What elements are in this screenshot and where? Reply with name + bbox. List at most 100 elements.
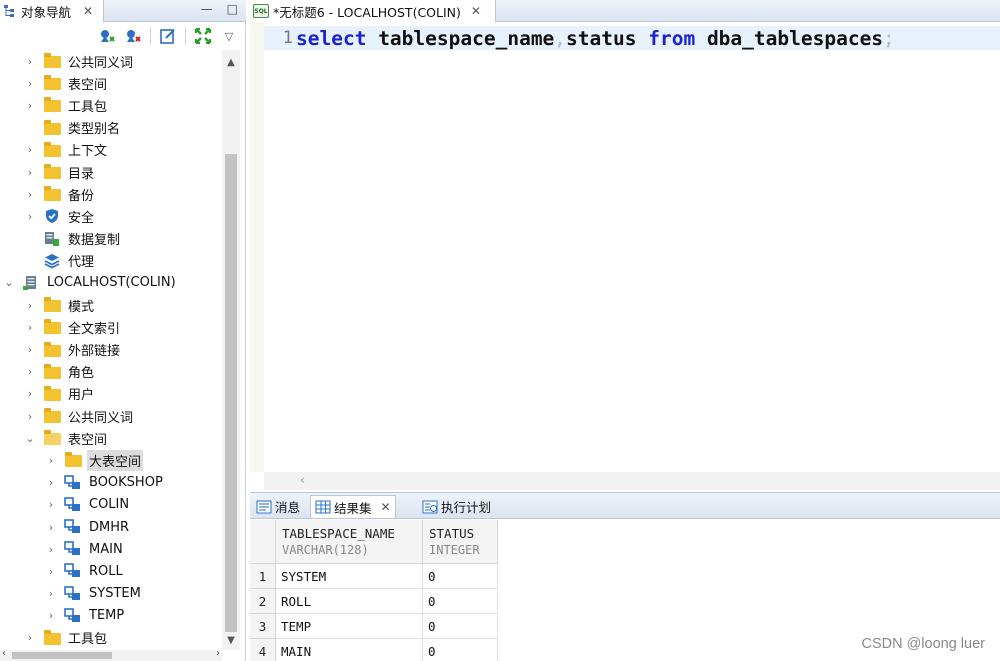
- disconnect-icon[interactable]: [124, 27, 142, 45]
- table-row[interactable]: 1 SYSTEM 0: [250, 564, 498, 589]
- view-menu-icon[interactable]: ▽: [220, 27, 238, 45]
- tree-node[interactable]: ⌄ 表空间: [0, 427, 222, 449]
- table-cell[interactable]: 0: [423, 564, 498, 589]
- chevron-right-icon[interactable]: ›: [25, 55, 35, 68]
- tree-node[interactable]: › SYSTEM: [0, 583, 222, 605]
- tree-node[interactable]: › 角色: [0, 361, 222, 383]
- tree-node[interactable]: › 外部链接: [0, 338, 222, 360]
- chevron-right-icon[interactable]: ›: [46, 454, 56, 467]
- editor-horizontal-scrollbar[interactable]: ‹: [264, 472, 1000, 490]
- scroll-down-icon[interactable]: ▼: [222, 632, 240, 648]
- tab-sql-editor[interactable]: SQL *无标题6 - LOCALHOST(COLIN) ✕: [250, 0, 496, 22]
- tree-node[interactable]: › COLIN: [0, 494, 222, 516]
- chevron-right-icon[interactable]: ›: [25, 365, 35, 378]
- row-number[interactable]: 1: [250, 564, 276, 589]
- table-cell[interactable]: 0: [423, 639, 498, 661]
- column-header[interactable]: TABLESPACE_NAME VARCHAR(128): [276, 520, 423, 564]
- chevron-right-icon[interactable]: ›: [25, 210, 35, 223]
- table-cell[interactable]: SYSTEM: [276, 564, 423, 589]
- table-cell[interactable]: TEMP: [276, 614, 423, 639]
- table-row[interactable]: 3 TEMP 0: [250, 614, 498, 639]
- chevron-right-icon[interactable]: ›: [25, 631, 35, 644]
- chevron-right-icon[interactable]: ›: [25, 299, 35, 312]
- chevron-right-icon[interactable]: ›: [25, 410, 35, 423]
- close-icon[interactable]: ✕: [381, 500, 391, 514]
- table-cell[interactable]: 0: [423, 614, 498, 639]
- tree-node[interactable]: › DMHR: [0, 516, 222, 538]
- minimize-icon[interactable]: —: [201, 2, 213, 16]
- new-connection-icon[interactable]: [98, 27, 116, 45]
- scrollbar-thumb[interactable]: [12, 652, 112, 659]
- grid-corner[interactable]: [250, 520, 276, 564]
- replication-icon: [43, 231, 61, 247]
- chevron-right-icon[interactable]: ›: [25, 143, 35, 156]
- tree-node[interactable]: 类型别名: [0, 117, 222, 139]
- table-cell[interactable]: 0: [423, 589, 498, 614]
- scroll-left-icon[interactable]: ‹: [300, 473, 305, 487]
- sql-statement[interactable]: select tablespace_name,status from dba_t…: [296, 27, 895, 50]
- chevron-right-icon[interactable]: ›: [46, 565, 56, 578]
- chevron-right-icon[interactable]: ›: [46, 476, 56, 489]
- tree-node[interactable]: › 工具包: [0, 94, 222, 116]
- maximize-icon[interactable]: □: [227, 2, 238, 16]
- tree-node[interactable]: ⌄ LOCALHOST(COLIN): [0, 272, 222, 294]
- tree-node[interactable]: › TEMP: [0, 605, 222, 627]
- close-icon[interactable]: ✕: [83, 4, 93, 18]
- scroll-up-icon[interactable]: ▲: [222, 54, 240, 70]
- tree-vertical-scrollbar[interactable]: ▲ ▼: [222, 50, 240, 650]
- scroll-left-icon[interactable]: ‹: [2, 648, 6, 659]
- chevron-right-icon[interactable]: ›: [25, 343, 35, 356]
- row-number[interactable]: 3: [250, 614, 276, 639]
- tree-node[interactable]: › BOOKSHOP: [0, 472, 222, 494]
- chevron-right-icon[interactable]: ›: [46, 609, 56, 622]
- tree-horizontal-scrollbar[interactable]: ‹ ›: [0, 648, 222, 661]
- chevron-right-icon[interactable]: ›: [46, 498, 56, 511]
- chevron-right-icon[interactable]: ›: [25, 387, 35, 400]
- chevron-right-icon[interactable]: ›: [25, 166, 35, 179]
- chevron-right-icon[interactable]: ›: [25, 99, 35, 112]
- chevron-down-icon[interactable]: ⌄: [25, 432, 35, 445]
- tab-message[interactable]: 消息: [252, 495, 304, 518]
- tree-node[interactable]: › 公共同义词: [0, 405, 222, 427]
- scrollbar-thumb[interactable]: [225, 154, 237, 632]
- tree-node[interactable]: › MAIN: [0, 538, 222, 560]
- code-line[interactable]: 1 select tablespace_name,status from dba…: [264, 26, 1000, 50]
- tree-node[interactable]: › 全文索引: [0, 316, 222, 338]
- chevron-right-icon[interactable]: ›: [25, 321, 35, 334]
- chevron-right-icon[interactable]: ›: [25, 188, 35, 201]
- table-cell[interactable]: MAIN: [276, 639, 423, 661]
- folder-icon: [43, 97, 61, 113]
- table-row[interactable]: 4 MAIN 0: [250, 639, 498, 661]
- table-cell[interactable]: ROLL: [276, 589, 423, 614]
- tab-grid[interactable]: 结果集 ✕: [310, 495, 396, 518]
- tree-node[interactable]: › 备份: [0, 183, 222, 205]
- chevron-right-icon[interactable]: ›: [46, 587, 56, 600]
- tree-node[interactable]: › 目录: [0, 161, 222, 183]
- tree-node[interactable]: › ROLL: [0, 560, 222, 582]
- tab-plan[interactable]: 执行计划: [418, 495, 495, 518]
- close-icon[interactable]: ✕: [471, 4, 481, 18]
- tree-node[interactable]: 数据复制: [0, 228, 222, 250]
- tree-node[interactable]: › 模式: [0, 294, 222, 316]
- tab-object-navigator[interactable]: 对象导航 ✕: [0, 0, 104, 22]
- tree-node[interactable]: › 上下文: [0, 139, 222, 161]
- tree-node[interactable]: › 大表空间: [0, 449, 222, 471]
- tree-node[interactable]: › 工具包: [0, 627, 222, 649]
- row-number[interactable]: 2: [250, 589, 276, 614]
- expand-icon[interactable]: [194, 27, 212, 45]
- chevron-right-icon[interactable]: ›: [46, 543, 56, 556]
- editor-tab-bar: SQL *无标题6 - LOCALHOST(COLIN) ✕: [250, 0, 1000, 22]
- row-number[interactable]: 4: [250, 639, 276, 661]
- tree-node[interactable]: › 表空间: [0, 72, 222, 94]
- chevron-down-icon[interactable]: ⌄: [4, 276, 14, 289]
- tree-node[interactable]: › 公共同义词: [0, 50, 222, 72]
- new-query-icon[interactable]: [159, 27, 177, 45]
- chevron-right-icon[interactable]: ›: [25, 77, 35, 90]
- tree-node[interactable]: › 安全: [0, 205, 222, 227]
- chevron-right-icon[interactable]: ›: [46, 521, 56, 534]
- table-row[interactable]: 2 ROLL 0: [250, 589, 498, 614]
- column-header[interactable]: STATUS INTEGER: [423, 520, 498, 564]
- tree-node[interactable]: › 用户: [0, 383, 222, 405]
- scroll-right-icon[interactable]: ›: [216, 648, 220, 659]
- tree-node[interactable]: 代理: [0, 250, 222, 272]
